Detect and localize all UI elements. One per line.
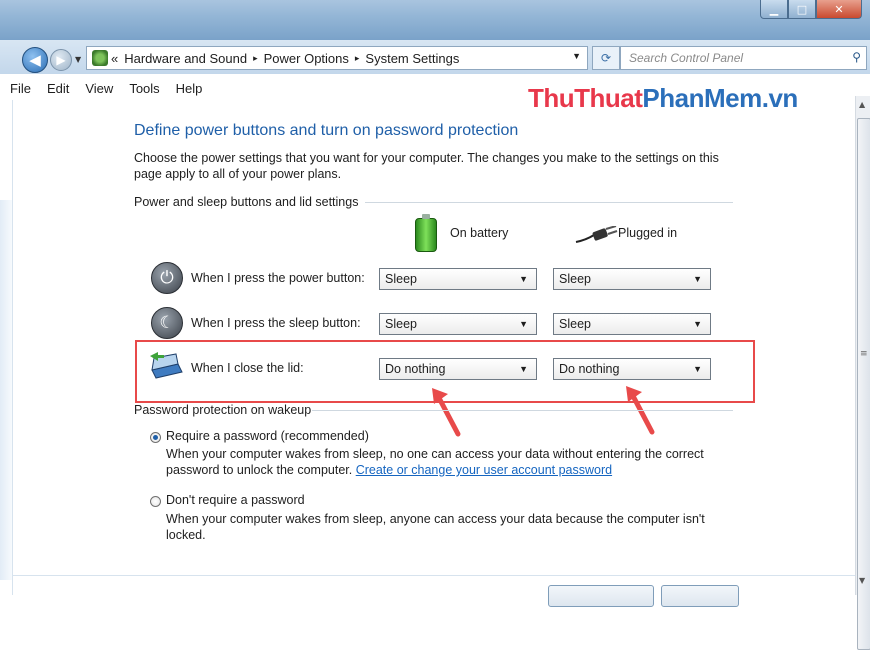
- minimize-icon: ▁: [769, 2, 779, 16]
- col-on-battery: On battery: [450, 226, 509, 240]
- chevron-down-icon: ▼: [693, 274, 702, 284]
- annotation-arrow-icon: [432, 388, 461, 437]
- left-pane: [0, 100, 13, 595]
- vertical-scrollbar[interactable]: ▲ ≡ ▼: [855, 96, 870, 650]
- sleep-button-plugged-select[interactable]: Sleep ▼: [553, 313, 711, 335]
- power-plug-icon: [575, 226, 618, 243]
- select-value: Sleep: [559, 317, 591, 331]
- menu-edit[interactable]: Edit: [47, 81, 69, 96]
- maximize-icon: □: [796, 2, 808, 16]
- save-changes-button[interactable]: [548, 585, 654, 607]
- address-bar[interactable]: « Hardware and Sound ▸ Power Options ▸ S…: [86, 46, 588, 70]
- watermark-part1: ThuThuat: [528, 83, 643, 113]
- breadcrumb-separator[interactable]: ▸: [253, 53, 258, 64]
- search-icon[interactable]: ⚲: [852, 50, 861, 64]
- breadcrumb-power-options[interactable]: Power Options: [264, 51, 349, 66]
- refresh-button[interactable]: ⟳: [592, 46, 620, 70]
- breadcrumb-system-settings[interactable]: System Settings: [365, 51, 459, 66]
- power-button-icon: ⏻: [151, 262, 183, 294]
- scroll-grip-icon: ≡: [860, 349, 868, 359]
- power-button-battery-select[interactable]: Sleep ▼: [379, 268, 537, 290]
- back-button[interactable]: ◀: [22, 47, 48, 73]
- page-title: Define power buttons and turn on passwor…: [134, 122, 519, 139]
- scrollbar-thumb[interactable]: ≡: [857, 118, 870, 650]
- no-password-radio[interactable]: [150, 496, 161, 507]
- window-titlebar: ▁ □ ✕: [0, 0, 870, 40]
- page-intro: Choose the power settings that you want …: [134, 151, 719, 181]
- forward-button[interactable]: ▶: [50, 49, 72, 71]
- search-input[interactable]: [627, 47, 841, 69]
- sleep-button-icon: ☾: [151, 307, 183, 339]
- power-button-plugged-select[interactable]: Sleep ▼: [553, 268, 711, 290]
- maximize-button[interactable]: □: [788, 0, 816, 19]
- chevron-down-icon: ▼: [519, 274, 528, 284]
- battery-icon: [415, 214, 437, 252]
- sleep-button-battery-select[interactable]: Sleep ▼: [379, 313, 537, 335]
- sleep-button-label: When I press the sleep button:: [191, 316, 361, 330]
- no-password-desc: When your computer wakes from sleep, any…: [166, 512, 705, 542]
- breadcrumb-overflow[interactable]: «: [111, 51, 118, 66]
- change-password-link[interactable]: Create or change your user account passw…: [356, 463, 612, 477]
- back-arrow-icon: ◀: [29, 51, 41, 69]
- control-panel-icon: [92, 50, 108, 66]
- address-dropdown-icon[interactable]: ▼: [572, 51, 581, 61]
- breadcrumb-separator[interactable]: ▸: [355, 53, 360, 64]
- watermark: ThuThuatPhanMem.vn: [528, 83, 798, 114]
- window-controls: ▁ □ ✕: [760, 0, 862, 19]
- require-password-radio[interactable]: [150, 432, 161, 443]
- cancel-button[interactable]: [661, 585, 739, 607]
- search-box[interactable]: ⚲: [620, 46, 867, 70]
- watermark-part2: PhanMem.vn: [642, 83, 798, 113]
- select-value: Sleep: [385, 272, 417, 286]
- chevron-down-icon: ▼: [519, 319, 528, 329]
- col-plugged-in: Plugged in: [618, 226, 678, 240]
- chevron-down-icon: ▼: [693, 319, 702, 329]
- recent-pages-dropdown-icon[interactable]: ▼: [75, 55, 81, 64]
- menu-view[interactable]: View: [85, 81, 113, 96]
- no-password-label[interactable]: Don't require a password: [166, 493, 305, 507]
- refresh-icon: ⟳: [600, 51, 612, 65]
- scroll-down-arrow-icon[interactable]: ▼: [859, 576, 865, 585]
- menu-file[interactable]: File: [10, 81, 31, 96]
- menu-tools[interactable]: Tools: [129, 81, 159, 96]
- section-divider: [312, 410, 733, 411]
- menu-help[interactable]: Help: [176, 81, 203, 96]
- forward-arrow-icon: ▶: [56, 53, 66, 67]
- power-button-label: When I press the power button:: [191, 271, 365, 285]
- power-section-heading: Power and sleep buttons and lid settings: [134, 195, 359, 209]
- password-section-heading: Password protection on wakeup: [134, 403, 312, 417]
- close-icon: ✕: [834, 2, 844, 16]
- navigation-bar: ◀ ▶ ▼ « Hardware and Sound ▸ Power Optio…: [0, 40, 870, 74]
- require-password-desc: When your computer wakes from sleep, no …: [166, 446, 726, 478]
- require-password-label[interactable]: Require a password (recommended): [166, 429, 369, 443]
- select-value: Sleep: [385, 317, 417, 331]
- breadcrumb-hardware-and-sound[interactable]: Hardware and Sound: [124, 51, 247, 66]
- left-pane-accent: [0, 200, 12, 580]
- footer-divider: [12, 575, 855, 576]
- section-divider: [365, 202, 733, 203]
- close-button[interactable]: ✕: [816, 0, 862, 19]
- minimize-button[interactable]: ▁: [760, 0, 788, 19]
- select-value: Sleep: [559, 272, 591, 286]
- scroll-up-arrow-icon[interactable]: ▲: [859, 100, 865, 109]
